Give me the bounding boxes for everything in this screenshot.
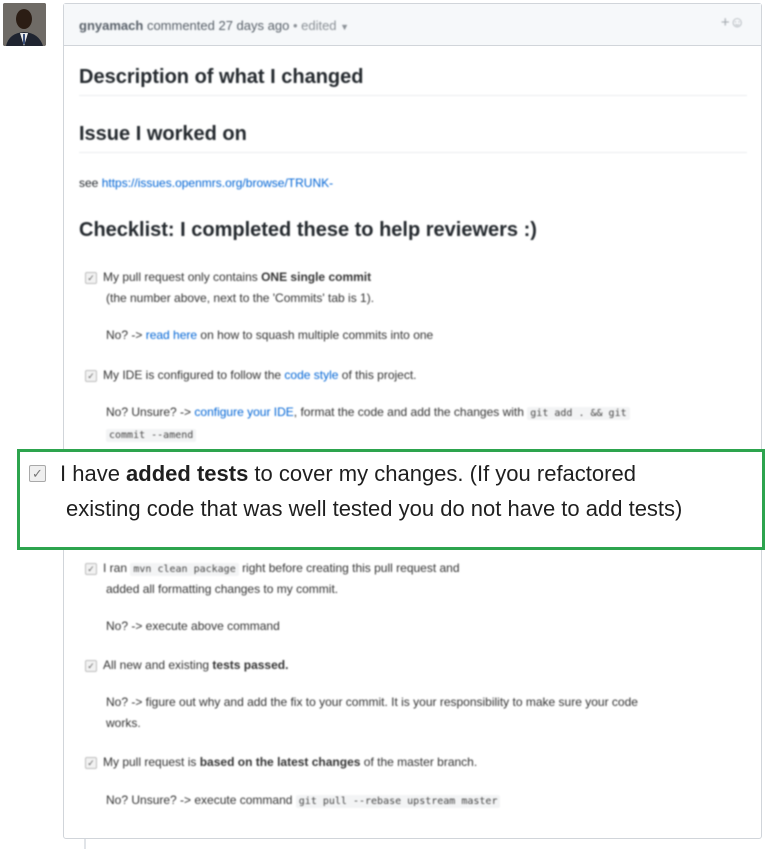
code-snippet: mvn clean package <box>130 563 239 576</box>
item-hint-continued: commit --amend <box>106 424 197 446</box>
configure-ide-link[interactable]: configure your IDE <box>194 405 293 419</box>
hint-text: on how to squash multiple commits into o… <box>200 328 434 342</box>
item-hint: No? -> figure out why and add the fix to… <box>106 695 638 709</box>
item-bold: ONE single commit <box>261 270 372 284</box>
item-bold: tests passed. <box>212 658 289 672</box>
item-bold: based on the latest changes <box>199 755 361 769</box>
item-text: My pull request is <box>103 755 197 769</box>
user-avatar-icon <box>3 3 46 46</box>
comment-action: commented <box>146 18 215 33</box>
item-text: right before creating this pull request … <box>242 561 460 575</box>
checkbox-checked-icon[interactable]: ✓ <box>29 465 46 482</box>
checkbox[interactable]: ✓ <box>85 370 97 382</box>
hint-text: No? Unsure? -> execute command <box>106 793 293 807</box>
highlight-text: to cover my changes. (If you refactored <box>248 461 636 486</box>
checkbox[interactable]: ✓ <box>85 660 97 672</box>
highlight-line-1: I have added tests to cover my changes. … <box>60 458 636 490</box>
highlight-bold: added tests <box>126 461 249 486</box>
code-snippet: git pull --rebase upstream master <box>295 795 501 808</box>
item-hint: No? -> read here on how to squash multip… <box>106 325 433 346</box>
avatar[interactable] <box>3 3 46 46</box>
item-detail: added all formatting changes to my commi… <box>106 582 339 596</box>
hint-text: No? Unsure? -> <box>106 405 192 419</box>
checkbox[interactable]: ✓ <box>85 563 97 575</box>
edited-label: • edited <box>292 18 337 33</box>
item-hint-continued: works. <box>106 716 141 730</box>
item-text: of the master branch. <box>363 755 478 769</box>
heading-checklist: Checklist: I completed these to help rev… <box>79 219 537 241</box>
hint-text: , format the code and add the changes wi… <box>293 405 524 419</box>
checklist-item-single-commit: ✓ My pull request only contains ONE singl… <box>85 267 371 288</box>
see-label: see <box>79 176 99 190</box>
checklist-item-tests-passed: ✓ All new and existing tests passed. <box>85 655 288 676</box>
issue-link[interactable]: https://issues.openmrs.org/browse/TRUNK- <box>102 176 333 190</box>
read-here-link[interactable]: read here <box>146 328 197 342</box>
chevron-down-icon: ▼ <box>340 22 350 32</box>
code-snippet: git add . && git <box>527 407 630 420</box>
comment-time[interactable]: 27 days ago <box>218 18 289 33</box>
highlighted-checklist-item-added-tests: ✓ I have added tests to cover my changes… <box>17 449 765 550</box>
item-text: My IDE is configured to follow the <box>103 368 282 382</box>
item-hint: No? -> execute above command <box>106 619 280 633</box>
item-text: All new and existing <box>103 658 210 672</box>
heading-issue: Issue I worked on <box>79 123 747 153</box>
item-text: I ran <box>103 561 128 575</box>
timeline-line <box>84 838 86 849</box>
item-detail: (the number above, next to the 'Commits'… <box>106 291 375 305</box>
hint-text: No? -> <box>106 328 143 342</box>
item-text: My pull request only contains <box>103 270 258 284</box>
comment-box: gnyamach commented 27 days ago • edited … <box>63 3 762 839</box>
edited-dropdown[interactable]: • edited ▼ <box>293 18 349 33</box>
item-text: of this project. <box>341 368 417 382</box>
checklist-item-mvn: ✓ I ran mvn clean package right before cr… <box>85 558 460 580</box>
author-link[interactable]: gnyamach <box>79 18 143 33</box>
highlight-text: I have <box>60 461 127 486</box>
comment-meta: gnyamach commented 27 days ago • edited … <box>79 18 349 33</box>
code-style-link[interactable]: code style <box>284 368 338 382</box>
checkbox[interactable]: ✓ <box>85 757 97 769</box>
issue-line: see https://issues.openmrs.org/browse/TR… <box>79 173 333 193</box>
checkbox[interactable]: ✓ <box>85 272 97 284</box>
heading-description: Description of what I changed <box>79 66 747 96</box>
code-snippet: commit --amend <box>106 429 197 442</box>
item-hint: No? Unsure? -> execute command git pull … <box>106 790 501 812</box>
checklist-item-latest-changes: ✓ My pull request is based on the latest … <box>85 752 477 773</box>
checklist-item-code-style: ✓ My IDE is configured to follow the code… <box>85 365 417 386</box>
comment-body: Description of what I changed Issue I wo… <box>64 46 761 838</box>
comment-header: gnyamach commented 27 days ago • edited … <box>64 4 761 46</box>
add-reaction-icon[interactable]: +☺ <box>721 14 745 31</box>
item-hint: No? Unsure? -> configure your IDE, forma… <box>106 402 630 424</box>
highlight-line-2: existing code that was well tested you d… <box>66 496 683 521</box>
